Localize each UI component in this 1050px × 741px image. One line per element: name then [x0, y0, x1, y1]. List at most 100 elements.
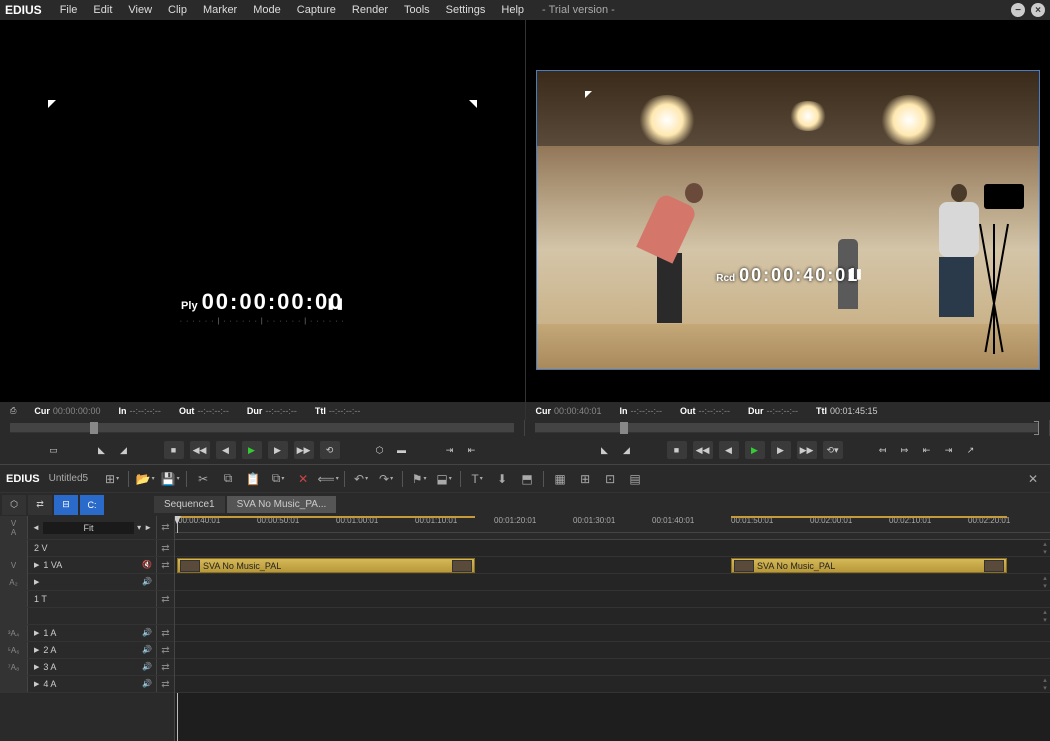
track-header-2a[interactable]: ▶2 A [28, 645, 142, 655]
step-forward-button[interactable]: ▶ [268, 441, 288, 459]
mark-out-button[interactable]: ◢ [116, 441, 132, 459]
loop-button[interactable]: ⟲▾ [823, 441, 843, 459]
zoom-dropdown[interactable]: ▾ [137, 523, 141, 532]
menu-marker[interactable]: Marker [195, 4, 245, 16]
undo-button[interactable]: ↶▾ [350, 469, 372, 489]
mark-out-button[interactable]: ◢ [619, 441, 635, 459]
track-2a[interactable] [175, 642, 1050, 659]
paste-button[interactable]: 📋 [242, 469, 264, 489]
mark-in-button[interactable]: ◣ [597, 441, 613, 459]
sync-toggle[interactable]: ⇄ [156, 540, 174, 556]
render-button[interactable]: ⬓▾ [433, 469, 455, 489]
track-header-1t[interactable]: 1 T [28, 594, 156, 604]
work-area-bar[interactable] [177, 516, 475, 518]
speaker-icon[interactable]: 🔊 [142, 645, 152, 655]
track-header-1a[interactable]: ▶1 A [28, 628, 142, 638]
speaker-icon[interactable]: 🔊 [142, 679, 152, 689]
menu-file[interactable]: File [52, 4, 86, 16]
mode-trim-button[interactable]: ⇄ [28, 495, 52, 515]
menu-tools[interactable]: Tools [396, 4, 438, 16]
overwrite-button[interactable]: ⇤ [464, 441, 480, 459]
step-back-button[interactable]: ◀ [216, 441, 236, 459]
mode-multicam-button[interactable]: ⊟ [54, 495, 78, 515]
sync-toggle[interactable]: ⇄ [156, 516, 174, 539]
speaker-icon[interactable]: 🔊 [142, 628, 152, 638]
fast-forward-button[interactable]: ▶▶ [294, 441, 314, 459]
mode-proxy-button[interactable]: C: [80, 495, 104, 515]
mode-button[interactable]: ▭ [46, 441, 62, 459]
new-sequence-button[interactable]: ⊞▾ [101, 469, 123, 489]
menu-mode[interactable]: Mode [245, 4, 289, 16]
copy-button[interactable]: ⧉ [217, 469, 239, 489]
track-header-4a[interactable]: ▶4 A [28, 679, 142, 689]
fast-forward-button[interactable]: ▶▶ [797, 441, 817, 459]
redo-button[interactable]: ↷▾ [375, 469, 397, 489]
save-button[interactable]: 💾▾ [159, 469, 181, 489]
clip[interactable]: SVA No Music_PAL [177, 558, 475, 573]
step-forward-button[interactable]: ▶ [771, 441, 791, 459]
mute-icon[interactable]: 🔇 [142, 560, 152, 570]
track-2v[interactable]: ▴▾ [175, 540, 1050, 557]
goto-in-button[interactable]: ⇤ [919, 441, 935, 459]
rewind-button[interactable]: ◀◀ [190, 441, 210, 459]
menu-clip[interactable]: Clip [160, 4, 195, 16]
menu-settings[interactable]: Settings [438, 4, 494, 16]
title-button[interactable]: T▾ [466, 469, 488, 489]
menu-help[interactable]: Help [493, 4, 532, 16]
sync-toggle[interactable]: ⇄ [156, 659, 174, 675]
export-button[interactable]: ↗ [963, 441, 979, 459]
track-1a[interactable] [175, 625, 1050, 642]
zoom-value[interactable]: Fit [43, 522, 134, 534]
layout-button[interactable]: ⊡ [599, 469, 621, 489]
play-button[interactable]: ▶ [745, 441, 765, 459]
cut-button[interactable]: ✂ [192, 469, 214, 489]
clip[interactable]: SVA No Music_PAL [731, 558, 1007, 573]
next-edit-button[interactable]: ⤇ [897, 441, 913, 459]
minimize-button[interactable]: − [1011, 3, 1025, 17]
zoom-out-button[interactable]: ◄ [32, 523, 40, 532]
prev-edit-button[interactable]: ⤆ [875, 441, 891, 459]
track-header-1va[interactable]: ▶1 VA [28, 560, 142, 570]
mode-normal-button[interactable]: ⬡ [2, 495, 26, 515]
marker-button[interactable]: ⚑▾ [408, 469, 430, 489]
sync-toggle[interactable]: ⇄ [156, 676, 174, 692]
sync-toggle[interactable]: ⇄ [156, 642, 174, 658]
timeline-tracks[interactable]: ▴▾ SVA No Music_PAL SVA No Music_PAL ▴▾ … [175, 540, 1050, 693]
menu-capture[interactable]: Capture [289, 4, 344, 16]
tool-button[interactable]: ▬ [394, 441, 410, 459]
record-scrubber[interactable] [525, 420, 1050, 436]
open-button[interactable]: 📂▾ [134, 469, 156, 489]
ripple-delete-button[interactable]: ⟸▾ [317, 469, 339, 489]
delete-button[interactable]: ✕ [292, 469, 314, 489]
tool-button[interactable]: ⬡ [372, 441, 388, 459]
capture-button[interactable]: ⬒ [516, 469, 538, 489]
video-preview[interactable]: Rcd 00:00:40:01 ❚❚ [536, 70, 1041, 370]
menu-view[interactable]: View [120, 4, 160, 16]
sync-toggle[interactable]: ⇄ [156, 557, 174, 573]
mark-in-button[interactable]: ◣ [94, 441, 110, 459]
work-area-bar[interactable] [731, 516, 1007, 518]
zoom-in-button[interactable]: ► [144, 523, 152, 532]
import-button[interactable]: ⬇ [491, 469, 513, 489]
track-header-3a[interactable]: ▶3 A [28, 662, 142, 672]
menu-edit[interactable]: Edit [85, 4, 120, 16]
speaker-icon[interactable]: 🔊 [142, 662, 152, 672]
replace-button[interactable]: ⧉▾ [267, 469, 289, 489]
stop-button[interactable]: ■ [667, 441, 687, 459]
rewind-button[interactable]: ◀◀ [693, 441, 713, 459]
close-button[interactable]: × [1031, 3, 1045, 17]
track-3a[interactable] [175, 659, 1050, 676]
track-1va-audio[interactable]: ▴▾ [175, 574, 1050, 591]
panel-close-button[interactable]: ✕ [1022, 469, 1044, 489]
sync-toggle[interactable]: ⇄ [156, 591, 174, 607]
layout-button[interactable]: ⊞ [574, 469, 596, 489]
track-header-2v[interactable]: 2 V [28, 543, 156, 553]
source-scrubber[interactable] [0, 420, 525, 436]
layout-button[interactable]: ▤ [624, 469, 646, 489]
track-1va-video[interactable]: SVA No Music_PAL SVA No Music_PAL [175, 557, 1050, 574]
speaker-icon[interactable]: 🔊 [142, 577, 152, 587]
scrubber-handle[interactable] [90, 422, 98, 434]
goto-out-button[interactable]: ⇥ [941, 441, 957, 459]
track-gap[interactable]: ▴▾ [175, 608, 1050, 625]
play-button[interactable]: ▶ [242, 441, 262, 459]
